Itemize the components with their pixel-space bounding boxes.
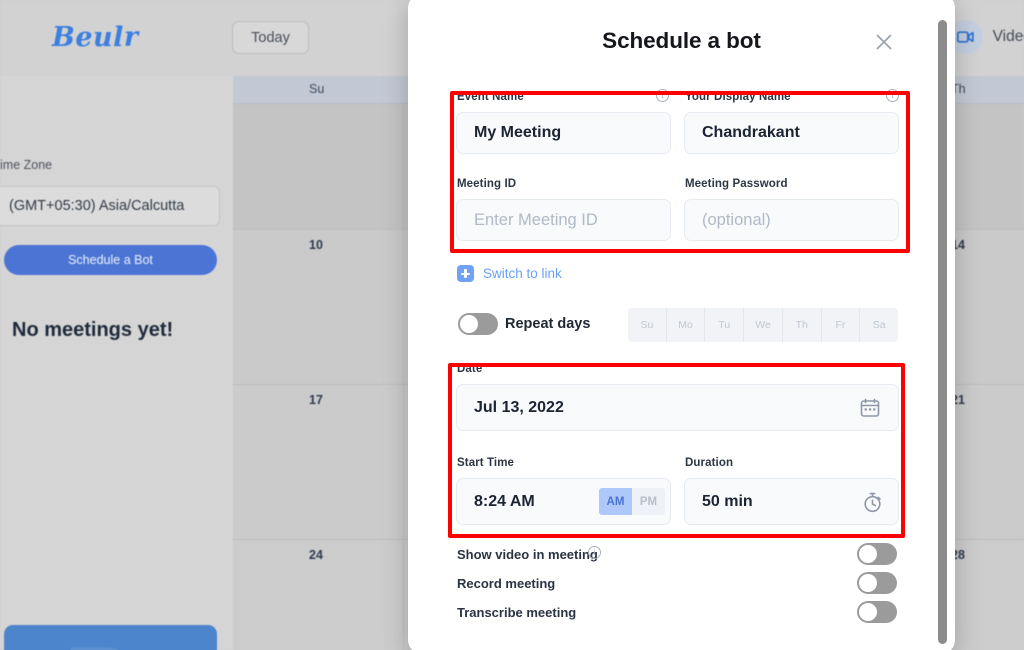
repeat-day-th[interactable]: Th	[783, 308, 822, 342]
calendar-day-number[interactable]: 24	[309, 548, 323, 562]
timezone-select[interactable]: (GMT+05:30) Asia/Calcutta	[0, 186, 220, 226]
left-sidebar: ime Zone (GMT+05:30) Asia/Calcutta Sched…	[0, 76, 233, 650]
switch-to-link-label: Switch to link	[483, 266, 562, 281]
show-video-label: Show video in meeting	[457, 547, 598, 562]
upgrade-promo-card[interactable]: B Want to get more out of Beulr? Upgrade…	[4, 625, 217, 650]
toggle-knob	[859, 603, 877, 621]
close-icon[interactable]	[873, 31, 895, 53]
calendar-day-number[interactable]: 17	[309, 393, 323, 407]
timezone-label: ime Zone	[0, 158, 53, 172]
show-video-toggle[interactable]	[857, 543, 897, 565]
record-meeting-toggle[interactable]	[857, 572, 897, 594]
repeat-day-we[interactable]: We	[744, 308, 783, 342]
repeat-day-fr[interactable]: Fr	[822, 308, 861, 342]
video-filter-label: Video	[992, 28, 1024, 45]
annotation-box-meeting-details	[450, 91, 910, 253]
toggle-knob	[859, 545, 877, 563]
video-filter-chip[interactable]: Video	[948, 20, 1024, 54]
calendar-dow-su: Su	[309, 82, 325, 96]
plus-square-icon	[457, 265, 474, 282]
repeat-day-tu[interactable]: Tu	[705, 308, 745, 342]
app-logo[interactable]: Beulr	[52, 22, 139, 53]
toggle-knob	[859, 574, 877, 592]
repeat-day-su[interactable]: Su	[628, 308, 667, 342]
modal-scrollbar-track[interactable]	[938, 0, 952, 650]
schedule-a-bot-button[interactable]: Schedule a Bot	[4, 245, 217, 275]
today-button[interactable]: Today	[232, 21, 309, 54]
repeat-day-sa[interactable]: Sa	[860, 308, 898, 342]
transcribe-meeting-label: Transcribe meeting	[457, 605, 577, 620]
info-icon[interactable]: i	[588, 546, 601, 559]
repeat-day-picker[interactable]: Su Mo Tu We Th Fr Sa	[628, 308, 898, 342]
modal-scrollbar-thumb[interactable]	[938, 20, 947, 644]
screen: Beulr Today Video ime Zone (GMT+05:30) A…	[0, 0, 1024, 650]
no-meetings-message: No meetings yet!	[12, 319, 174, 341]
watermark-logo: B	[62, 639, 128, 650]
annotation-box-date-time	[448, 363, 905, 538]
switch-to-link-button[interactable]: Switch to link	[457, 265, 562, 282]
toggle-knob	[460, 315, 478, 333]
transcribe-meeting-toggle[interactable]	[857, 601, 897, 623]
record-meeting-label: Record meeting	[457, 576, 556, 591]
calendar-day-number[interactable]: 10	[309, 238, 323, 252]
repeat-day-mo[interactable]: Mo	[667, 308, 706, 342]
repeat-days-label: Repeat days	[505, 316, 591, 332]
repeat-days-toggle[interactable]	[458, 313, 498, 335]
calendar-column-divider	[403, 104, 404, 650]
